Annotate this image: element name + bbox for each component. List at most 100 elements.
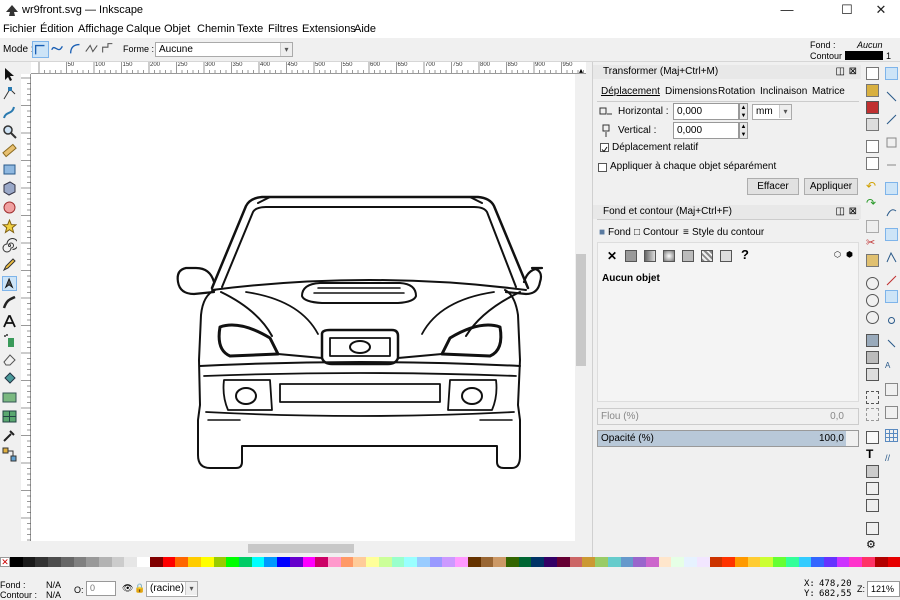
spray-tool-icon[interactable]: [2, 333, 17, 348]
clone-icon[interactable]: [866, 351, 879, 364]
palette-swatch[interactable]: [238, 557, 252, 567]
close-dialog-icon[interactable]: ⊠: [849, 205, 857, 219]
apply-each-checkbox[interactable]: [598, 163, 607, 172]
palette-swatch[interactable]: [73, 557, 87, 567]
ellipse-tool-icon[interactable]: [2, 200, 17, 215]
no-color-swatch-icon[interactable]: ✕: [0, 557, 10, 567]
snap-bbox-midpoint-icon[interactable]: [885, 159, 898, 172]
palette-swatch[interactable]: [315, 557, 328, 567]
palette-swatch[interactable]: [658, 557, 672, 567]
zigzag-mode-icon[interactable]: [84, 41, 101, 58]
fill-stroke-dialog-header[interactable]: Fond et contour (Maj+Ctrl+F) ◫ ⊠: [593, 205, 861, 219]
duplicate-icon[interactable]: [866, 334, 879, 347]
palette-swatch[interactable]: [836, 557, 850, 567]
mesh-gradient-icon[interactable]: [682, 250, 694, 262]
palette-swatch[interactable]: [277, 557, 290, 567]
palette-swatch[interactable]: [556, 557, 570, 567]
palette-swatch[interactable]: [887, 557, 900, 567]
snap-bbox-corner-icon[interactable]: [885, 136, 898, 149]
snap-grid-icon[interactable]: [885, 429, 898, 442]
menu-filtres[interactable]: Filtres: [268, 23, 298, 35]
xml-editor-icon[interactable]: [866, 482, 879, 495]
paint-bucket-tool-icon[interactable]: [2, 371, 17, 386]
palette-swatch[interactable]: [327, 557, 341, 567]
palette-swatch[interactable]: [773, 557, 786, 567]
vertical-scrollbar[interactable]: ▴: [575, 66, 587, 541]
dropper-tool-icon[interactable]: [2, 428, 17, 443]
palette-swatch[interactable]: [149, 557, 163, 567]
import-icon[interactable]: [866, 140, 879, 153]
eraser-tool-icon[interactable]: [2, 352, 17, 367]
palette-swatch[interactable]: [124, 557, 138, 567]
snap-cusp-icon[interactable]: [885, 251, 898, 264]
palette-swatch[interactable]: [289, 557, 303, 567]
hide-layer-icon[interactable]: 👁: [122, 583, 133, 594]
palette-swatch[interactable]: [264, 557, 278, 567]
new-document-icon[interactable]: [866, 67, 879, 80]
star-tool-icon[interactable]: [2, 219, 17, 234]
palette-swatch[interactable]: [226, 557, 239, 567]
palette-swatch[interactable]: [10, 557, 23, 567]
no-paint-icon[interactable]: ✕: [607, 249, 617, 263]
tweak-tool-icon[interactable]: [2, 105, 17, 120]
palette-swatch[interactable]: [111, 557, 125, 567]
dock-icon[interactable]: ◫: [836, 205, 845, 219]
bspline-mode-icon[interactable]: [68, 41, 85, 58]
fill-rule-nonzero-icon[interactable]: ⬢: [846, 250, 853, 259]
calligraphy-tool-icon[interactable]: [2, 295, 17, 310]
layer-select[interactable]: (racine) ▾: [146, 581, 198, 597]
snap-nodes-icon[interactable]: [885, 182, 898, 195]
palette-swatch[interactable]: [595, 557, 608, 567]
palette-swatch[interactable]: [862, 557, 875, 567]
palette-swatch[interactable]: [391, 557, 405, 567]
zoom-selection-icon[interactable]: [866, 277, 879, 290]
palette-swatch[interactable]: [798, 557, 812, 567]
transform-dialog-header[interactable]: Transformer (Maj+Ctrl+M) ◫ ⊠: [593, 65, 861, 79]
unset-paint-icon[interactable]: ?: [741, 247, 749, 262]
preferences-icon[interactable]: ⚙: [866, 539, 879, 552]
flat-color-icon[interactable]: [625, 250, 637, 262]
paste-icon[interactable]: [866, 254, 879, 267]
snap-rotation-center-icon[interactable]: [885, 337, 898, 350]
palette-swatch[interactable]: [162, 557, 176, 567]
palette-swatch[interactable]: [60, 557, 74, 567]
spiral-tool-icon[interactable]: [2, 238, 17, 253]
palette-swatch[interactable]: [175, 557, 189, 567]
palette-swatch[interactable]: [86, 557, 100, 567]
palette-swatch[interactable]: [366, 557, 379, 567]
ungroup-icon[interactable]: [866, 408, 879, 421]
snap-center-icon[interactable]: [885, 314, 898, 327]
palette-swatch[interactable]: [633, 557, 646, 567]
opacity-slider[interactable]: Opacité (%) 100,0: [597, 430, 859, 447]
snap-guide-icon[interactable]: //: [885, 452, 898, 465]
palette-swatch[interactable]: [48, 557, 61, 567]
selector-tool-icon[interactable]: [2, 67, 17, 82]
palette-swatch[interactable]: [620, 557, 634, 567]
snap-page-icon[interactable]: [885, 383, 898, 396]
palette-swatch[interactable]: [467, 557, 481, 567]
clear-button[interactable]: Effacer: [747, 178, 799, 195]
export-icon[interactable]: [866, 157, 879, 170]
palette-swatch[interactable]: [544, 557, 557, 567]
menu-aide[interactable]: Aide: [354, 23, 376, 35]
tab-rotation[interactable]: Rotation: [718, 86, 755, 97]
tab-fond[interactable]: Fond: [608, 227, 631, 238]
spiro-mode-icon[interactable]: [50, 41, 67, 58]
palette-swatch[interactable]: [760, 557, 774, 567]
palette-swatch[interactable]: [506, 557, 519, 567]
apply-button[interactable]: Appliquer: [804, 178, 858, 195]
palette-swatch[interactable]: [35, 557, 49, 567]
pattern-icon[interactable]: [701, 250, 713, 262]
vertical-scroll-thumb[interactable]: [576, 254, 586, 366]
menu-chemin[interactable]: Chemin: [197, 23, 235, 35]
palette-swatch[interactable]: [569, 557, 583, 567]
palette-swatch[interactable]: [213, 557, 227, 567]
node-tool-icon[interactable]: [2, 86, 17, 101]
text-tool-icon[interactable]: [2, 314, 17, 329]
tab-inclinaison[interactable]: Inclinaison: [760, 86, 807, 97]
snap-midpoint-icon[interactable]: [885, 290, 898, 303]
tab-deplacement[interactable]: Déplacement: [601, 86, 660, 97]
palette-swatch[interactable]: [353, 557, 367, 567]
document-properties-icon[interactable]: [866, 522, 879, 535]
zoom-tool-icon[interactable]: [2, 124, 17, 139]
